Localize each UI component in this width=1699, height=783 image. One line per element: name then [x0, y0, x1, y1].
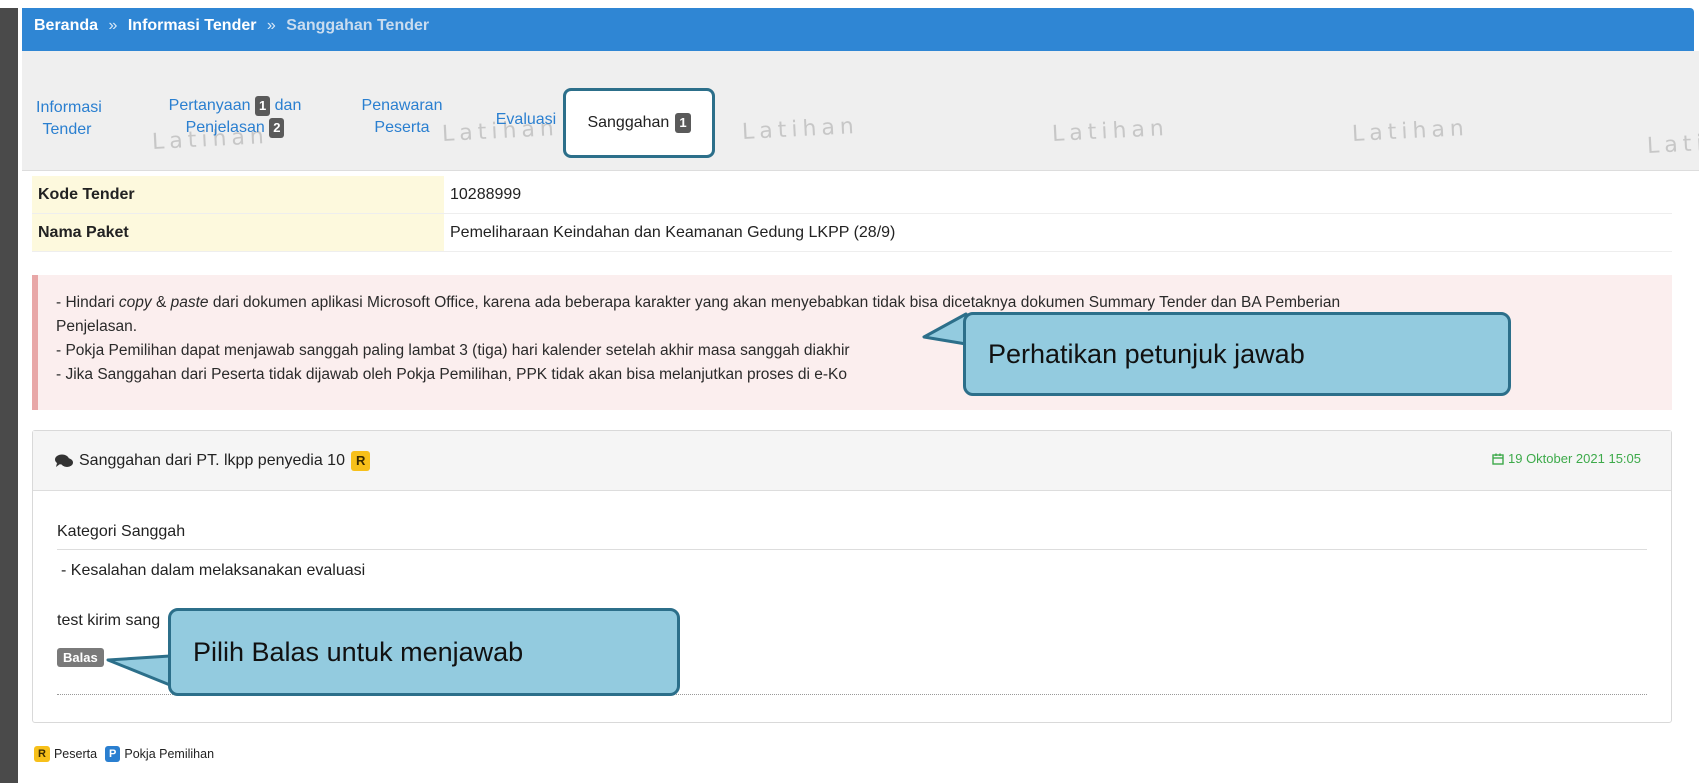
callout-text: Perhatikan petunjuk jawab	[988, 338, 1305, 369]
window-frame-top	[0, 0, 1699, 8]
callout-text: Pilih Balas untuk menjawab	[193, 636, 524, 667]
page-content: Beranda » Informasi Tender » Sanggahan T…	[22, 8, 1699, 783]
window-frame-left	[0, 0, 18, 783]
callout-petunjuk: Perhatikan petunjuk jawab	[963, 312, 1511, 396]
callout-balas: Pilih Balas untuk menjawab	[168, 608, 680, 696]
